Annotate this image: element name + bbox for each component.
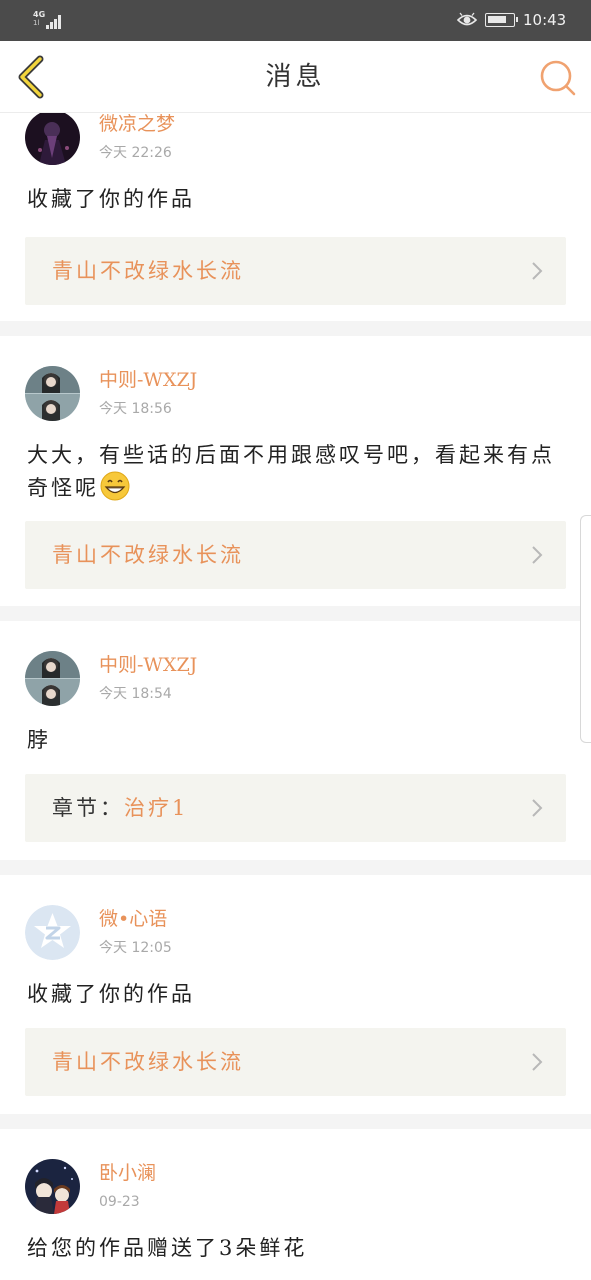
message-time: 今天 12:05	[99, 940, 172, 956]
work-title: 青山不改绿水长流	[52, 543, 244, 567]
username[interactable]: 中则-WXZJ	[99, 368, 197, 392]
chevron-right-icon	[532, 262, 543, 280]
username[interactable]: 中则-WXZJ	[99, 653, 197, 677]
message-text: 脖	[27, 728, 51, 752]
chapter-prefix: 章节：	[52, 796, 124, 820]
grinning-emoji-icon	[100, 471, 130, 501]
message-text: 收藏了你的作品	[27, 187, 195, 211]
divider	[0, 606, 591, 621]
message-item[interactable]: 微•心语 今天 12:05 收藏了你的作品 青山不改绿水长流	[0, 875, 591, 1114]
avatar[interactable]	[25, 1159, 80, 1214]
chevron-right-icon	[532, 546, 543, 564]
chevron-right-icon	[532, 799, 543, 817]
message-time: 今天 18:54	[99, 686, 172, 702]
message-item[interactable]: 卧小澜 09-23 给您的作品赠送了3朵鲜花	[0, 1129, 591, 1280]
username[interactable]: 卧小澜	[99, 1161, 156, 1185]
work-title: 青山不改绿水长流	[52, 1050, 244, 1074]
divider	[0, 1114, 591, 1129]
work-link[interactable]: 青山不改绿水长流	[25, 521, 566, 589]
chapter-link[interactable]: 章节：治疗1	[25, 774, 566, 842]
side-scroll-handle[interactable]	[580, 515, 591, 743]
avatar[interactable]	[25, 651, 80, 706]
username[interactable]: 微•心语	[99, 907, 167, 931]
username[interactable]: 微凉之梦	[99, 113, 175, 136]
message-text: 大大，有些话的后面不用跟感叹号吧，看起来有点奇怪呢	[27, 443, 555, 501]
message-text: 给您的作品赠送了3朵鲜花	[27, 1236, 308, 1260]
divider	[0, 860, 591, 875]
message-time: 今天 18:56	[99, 401, 172, 417]
work-link[interactable]: 青山不改绿水长流	[25, 1028, 566, 1096]
message-time: 09-23	[99, 1194, 140, 1210]
status-clock: 10:43	[523, 11, 567, 29]
divider	[0, 321, 591, 336]
avatar[interactable]	[25, 366, 80, 421]
avatar[interactable]	[25, 905, 80, 960]
message-item[interactable]: 中则-WXZJ 今天 18:54 脖 章节：治疗1	[0, 621, 591, 860]
message-time: 今天 22:26	[99, 145, 172, 161]
work-title: 青山不改绿水长流	[52, 259, 244, 283]
nav-bar: 消息	[0, 41, 591, 113]
message-text: 收藏了你的作品	[27, 982, 195, 1006]
eye-comfort-icon	[457, 12, 477, 26]
message-item[interactable]: 微凉之梦 今天 22:26 收藏了你的作品 青山不改绿水长流	[0, 113, 591, 321]
message-list[interactable]: 微凉之梦 今天 22:26 收藏了你的作品 青山不改绿水长流 中则-WXZJ 今…	[0, 113, 591, 1280]
avatar[interactable]	[25, 113, 80, 165]
battery-icon	[485, 13, 518, 27]
chapter-title: 章节：治疗1	[52, 796, 189, 820]
status-bar: 4G 1l 10:43	[0, 0, 591, 41]
chevron-right-icon	[532, 1053, 543, 1071]
page-title: 消息	[265, 62, 326, 92]
message-item[interactable]: 中则-WXZJ 今天 18:56 大大，有些话的后面不用跟感叹号吧，看起来有点奇…	[0, 336, 591, 606]
work-link[interactable]: 青山不改绿水长流	[25, 237, 566, 305]
network-sub: 1l	[33, 19, 40, 27]
search-icon[interactable]	[536, 56, 580, 100]
signal-bars-icon: 4G 1l	[33, 11, 63, 31]
